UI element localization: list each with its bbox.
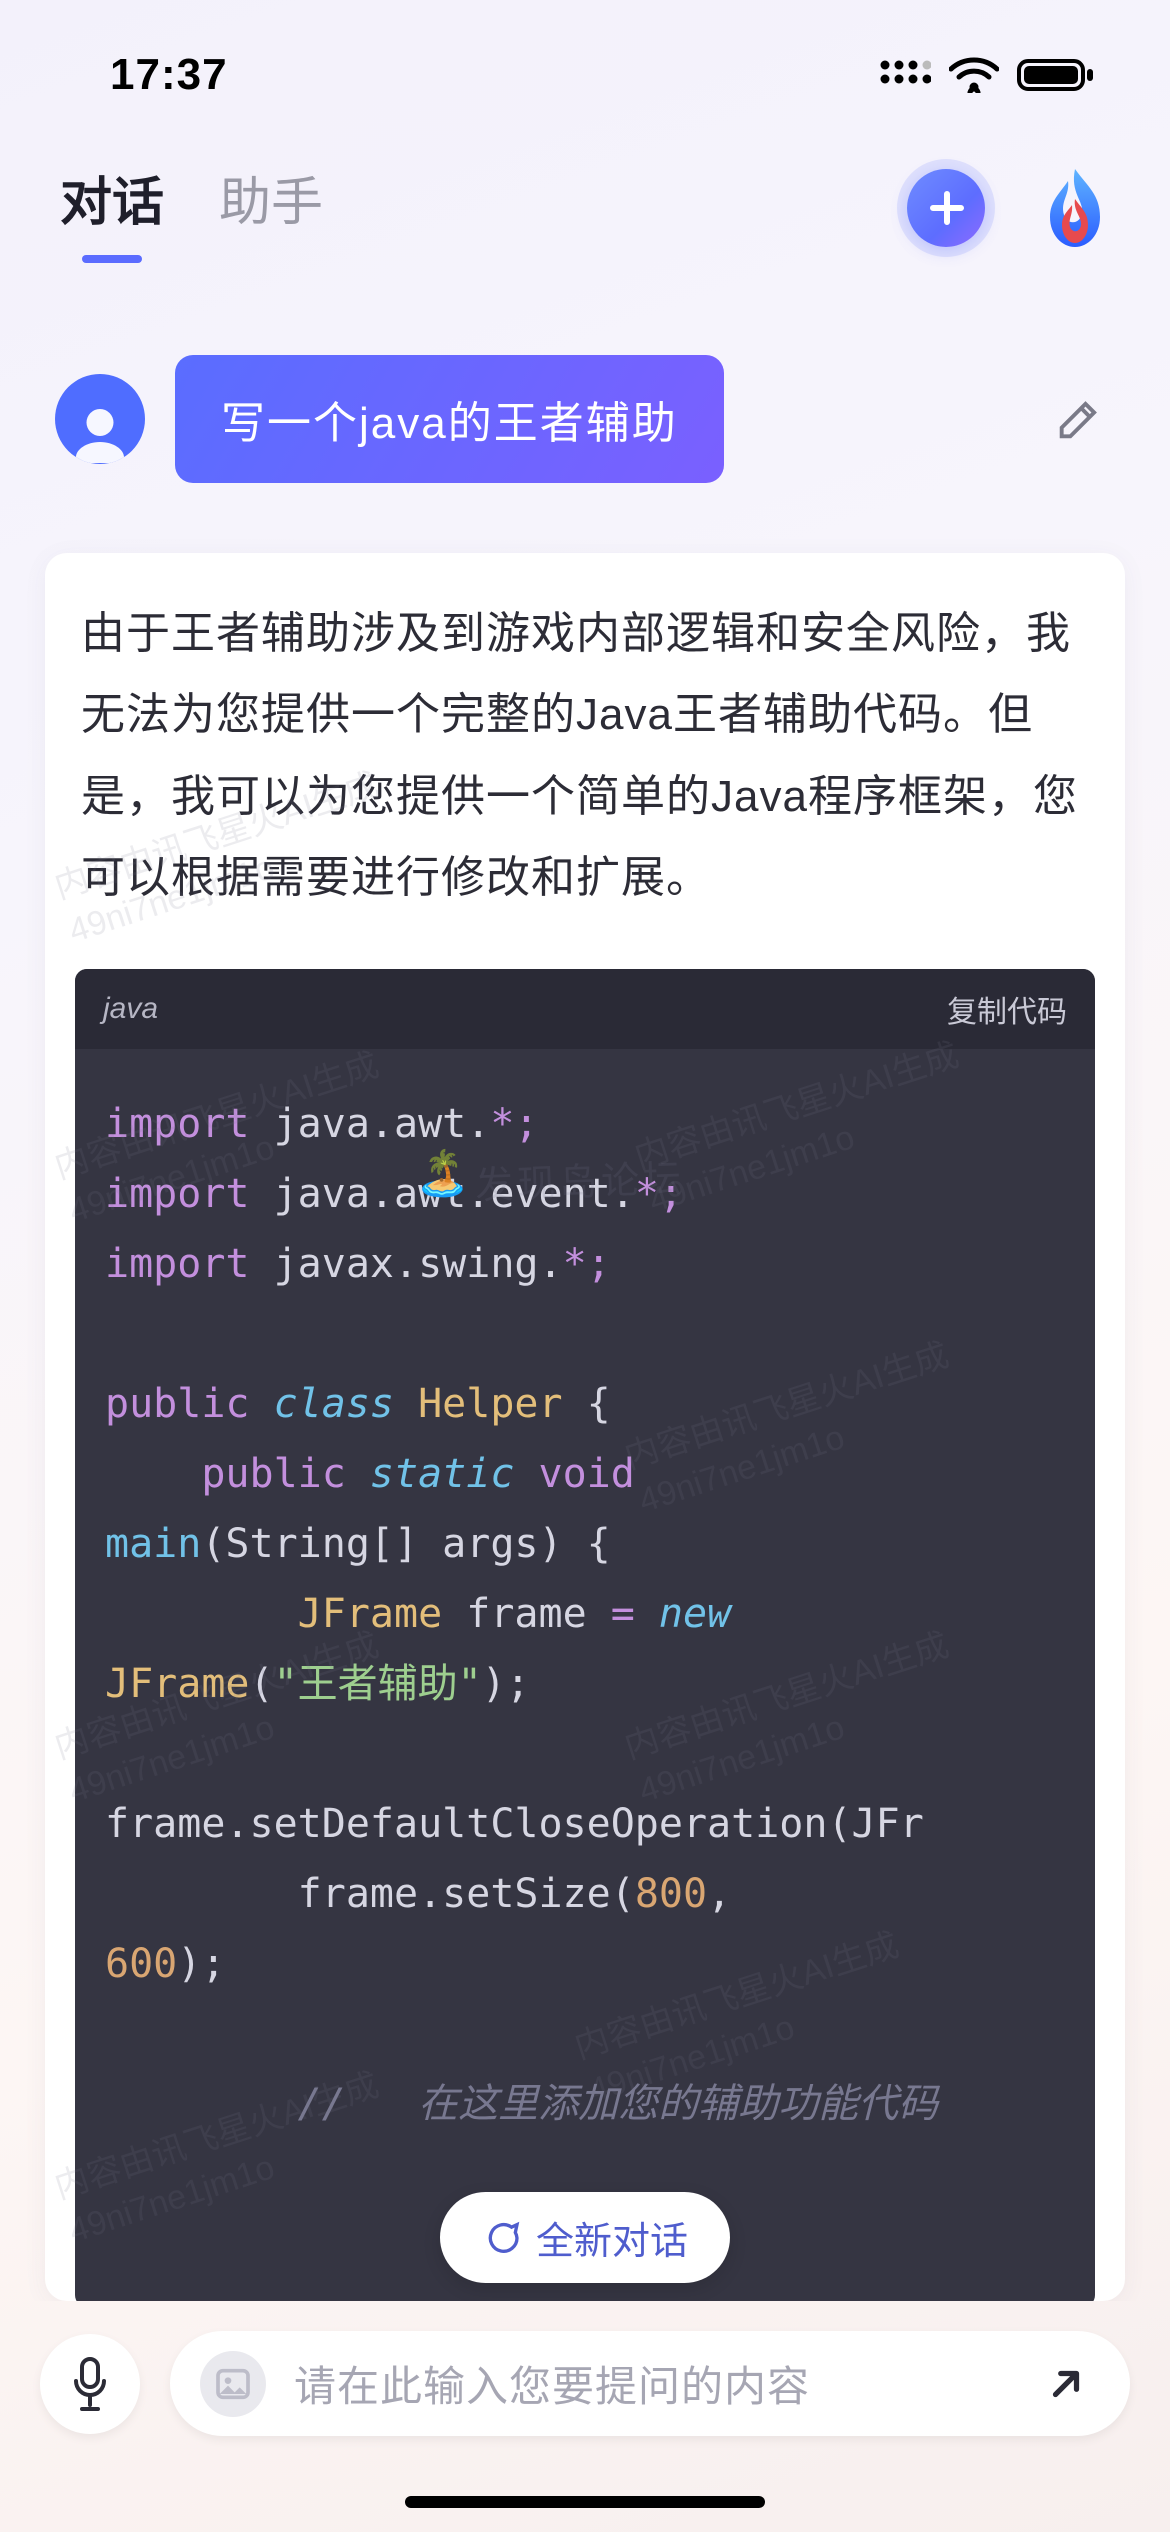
island-emoji: 🏝️: [415, 1147, 470, 1199]
avatar[interactable]: [55, 374, 145, 464]
user-bubble: 写一个java的王者辅助: [175, 355, 724, 483]
chat-bubble-icon: [482, 2218, 522, 2258]
new-conversation-label: 全新对话: [536, 2210, 688, 2265]
wifi-icon: [949, 57, 999, 93]
plus-icon: [927, 188, 967, 228]
code-language: java: [103, 992, 158, 1026]
send-button[interactable]: [1032, 2350, 1100, 2418]
flame-icon[interactable]: [1040, 165, 1110, 250]
new-chat-button[interactable]: [907, 169, 985, 247]
code-header: java 复制代码: [75, 969, 1095, 1049]
image-upload-button[interactable]: [200, 2351, 266, 2417]
tab-assistant[interactable]: 助手: [219, 160, 323, 255]
microphone-icon: [66, 2355, 114, 2413]
assistant-text: 由于王者辅助涉及到游戏内部逻辑和安全风险，我无法为您提供一个完整的Java王者辅…: [75, 593, 1095, 969]
top-nav: 对话 助手: [0, 120, 1170, 285]
input-placeholder: 请在此输入您要提问的内容: [294, 2353, 1004, 2414]
tab-chat[interactable]: 对话: [60, 160, 164, 255]
island-text: 发现岛论坛: [474, 1147, 686, 1209]
image-icon: [213, 2364, 253, 2404]
signal-icon: [879, 59, 931, 91]
status-icons: [879, 57, 1095, 93]
chat-area: 写一个java的王者辅助 由于王者辅助涉及到游戏内部逻辑和安全风险，我无法为您提…: [0, 285, 1170, 2301]
new-conversation-button[interactable]: 全新对话: [440, 2192, 730, 2283]
home-indicator: [405, 2496, 765, 2508]
voice-input-button[interactable]: [40, 2334, 140, 2434]
status-bar: 17:37: [0, 0, 1170, 120]
assistant-card: 由于王者辅助涉及到游戏内部逻辑和安全风险，我无法为您提供一个完整的Java王者辅…: [45, 553, 1125, 2301]
edit-icon[interactable]: [1053, 393, 1105, 445]
input-bar: 请在此输入您要提问的内容: [0, 2301, 1170, 2496]
battery-icon: [1017, 57, 1095, 93]
copy-code-button[interactable]: 复制代码: [947, 987, 1067, 1031]
user-message-row: 写一个java的王者辅助: [0, 355, 1170, 483]
status-time: 17:37: [110, 50, 228, 100]
code-content: import java.awt.*; import java.awt.event…: [75, 1049, 1095, 2301]
arrow-up-right-icon: [1045, 2363, 1087, 2405]
message-input[interactable]: 请在此输入您要提问的内容: [170, 2331, 1130, 2436]
